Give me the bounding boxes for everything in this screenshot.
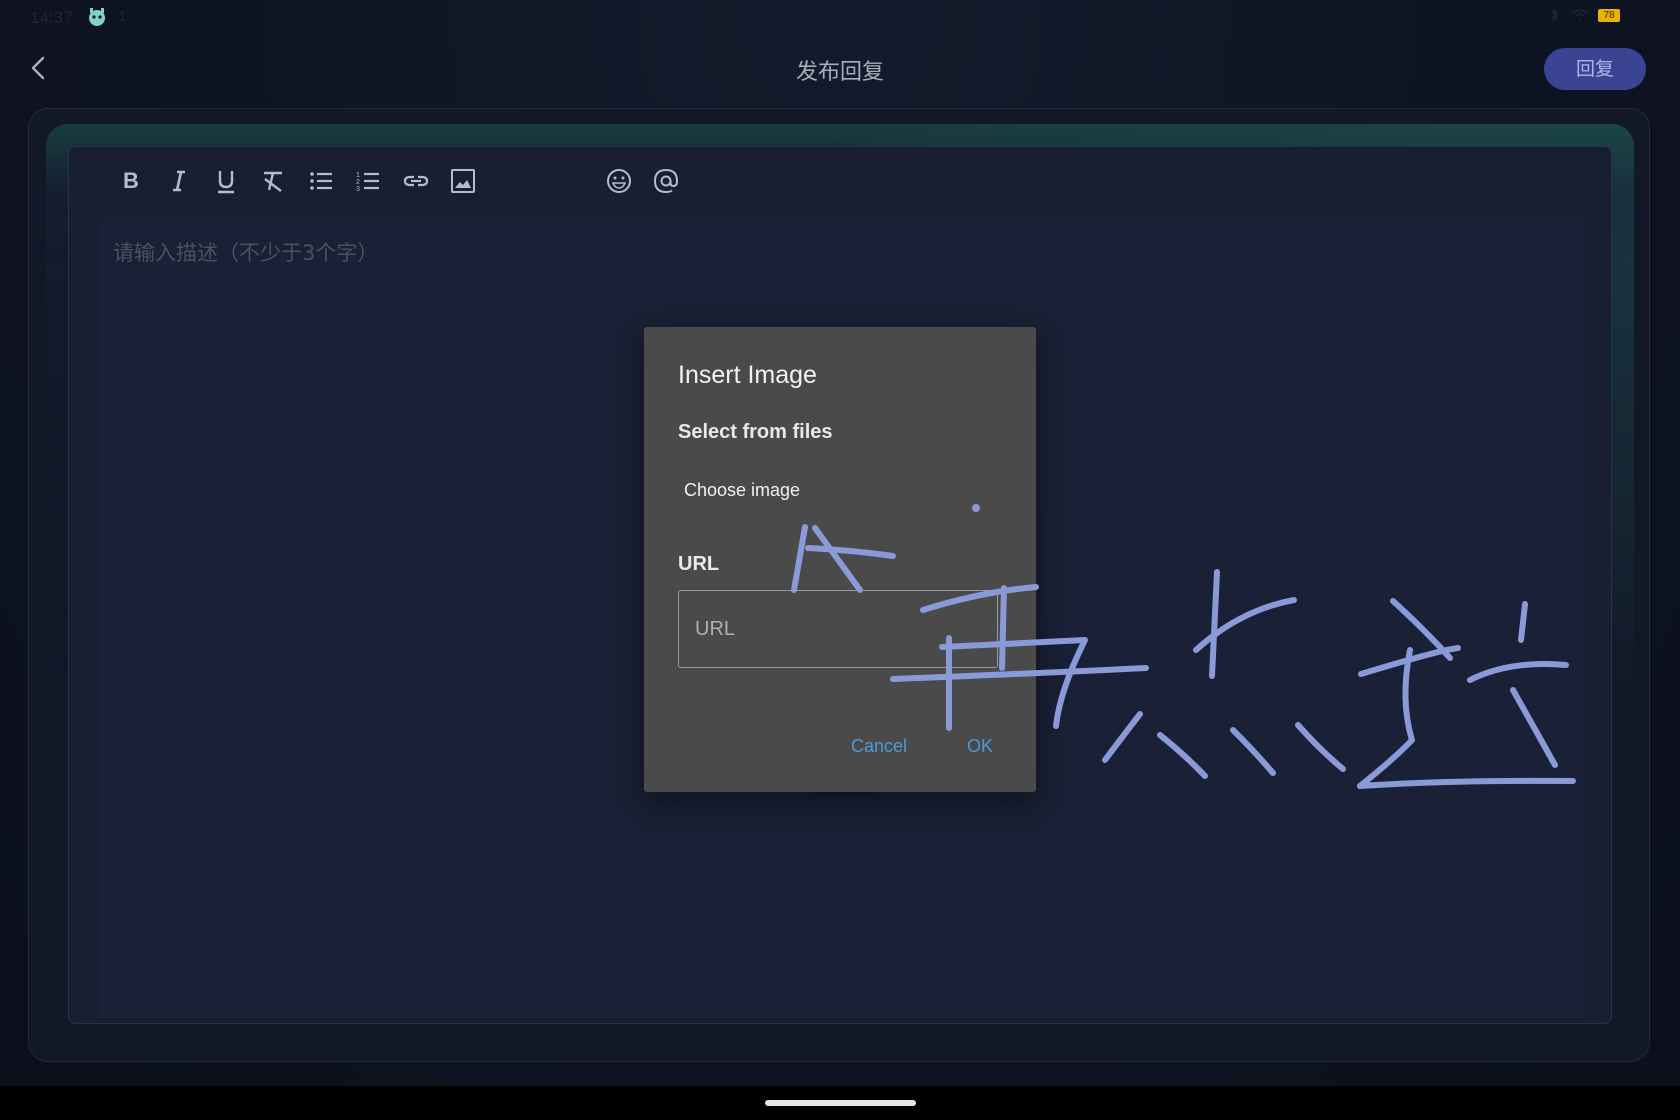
svg-text:3: 3: [356, 186, 360, 193]
editor-placeholder: 请输入描述（不少于3个字）: [113, 241, 379, 265]
numbered-list-button[interactable]: 1 2 3: [350, 161, 386, 201]
cancel-button[interactable]: Cancel: [851, 736, 907, 757]
italic-icon: [173, 170, 185, 192]
app-notification-icon: [89, 8, 105, 26]
svg-text:B: B: [123, 168, 139, 193]
underline-button[interactable]: [208, 161, 244, 201]
svg-text:1: 1: [356, 172, 360, 179]
bluetooth-icon: [1550, 8, 1559, 22]
bullet-list-button[interactable]: [303, 161, 339, 201]
dialog-title: Insert Image: [678, 361, 817, 389]
url-input[interactable]: [678, 590, 998, 668]
bold-button[interactable]: B: [113, 161, 149, 201]
insert-image-button[interactable]: [445, 161, 481, 201]
numbered-list-icon: 1 2 3: [356, 172, 379, 193]
bullet-list-icon: [310, 172, 332, 190]
underline-icon: [218, 171, 234, 194]
emoji-button[interactable]: [601, 161, 637, 201]
header: 发布回复 回复: [0, 40, 1680, 96]
insert-image-dialog: Insert Image Select from files Choose im…: [644, 327, 1036, 792]
screen: 14:37 1 78 发布回复 回复 B 1 2 3 请输入描述（不少于3个字）…: [0, 0, 1680, 1086]
link-icon: [403, 175, 429, 187]
clear-format-button[interactable]: [255, 161, 291, 201]
battery-indicator: 78: [1598, 8, 1620, 22]
status-time: 14:37: [30, 8, 73, 27]
reply-button[interactable]: 回复: [1544, 48, 1646, 90]
wifi-icon: [1572, 9, 1588, 20]
emoji-icon: [607, 169, 631, 193]
home-indicator[interactable]: [765, 1100, 916, 1106]
link-button[interactable]: [398, 161, 434, 201]
svg-text:2: 2: [356, 179, 360, 186]
status-bar: 14:37 1 78: [0, 0, 1680, 36]
italic-button[interactable]: [161, 161, 197, 201]
select-from-files-label: Select from files: [678, 421, 833, 443]
status-extra: 1: [118, 8, 127, 25]
mention-icon: [653, 168, 679, 194]
url-label: URL: [678, 553, 720, 575]
mention-button[interactable]: [648, 161, 684, 201]
image-icon: [451, 169, 475, 193]
status-right: 78: [1546, 8, 1620, 22]
clear-format-icon: [264, 171, 282, 192]
choose-image-button[interactable]: Choose image: [684, 480, 800, 501]
ok-button[interactable]: OK: [967, 736, 993, 757]
page-title: 发布回复: [795, 60, 884, 85]
navigation-bar: [0, 1086, 1680, 1120]
bold-icon: B: [123, 168, 139, 193]
